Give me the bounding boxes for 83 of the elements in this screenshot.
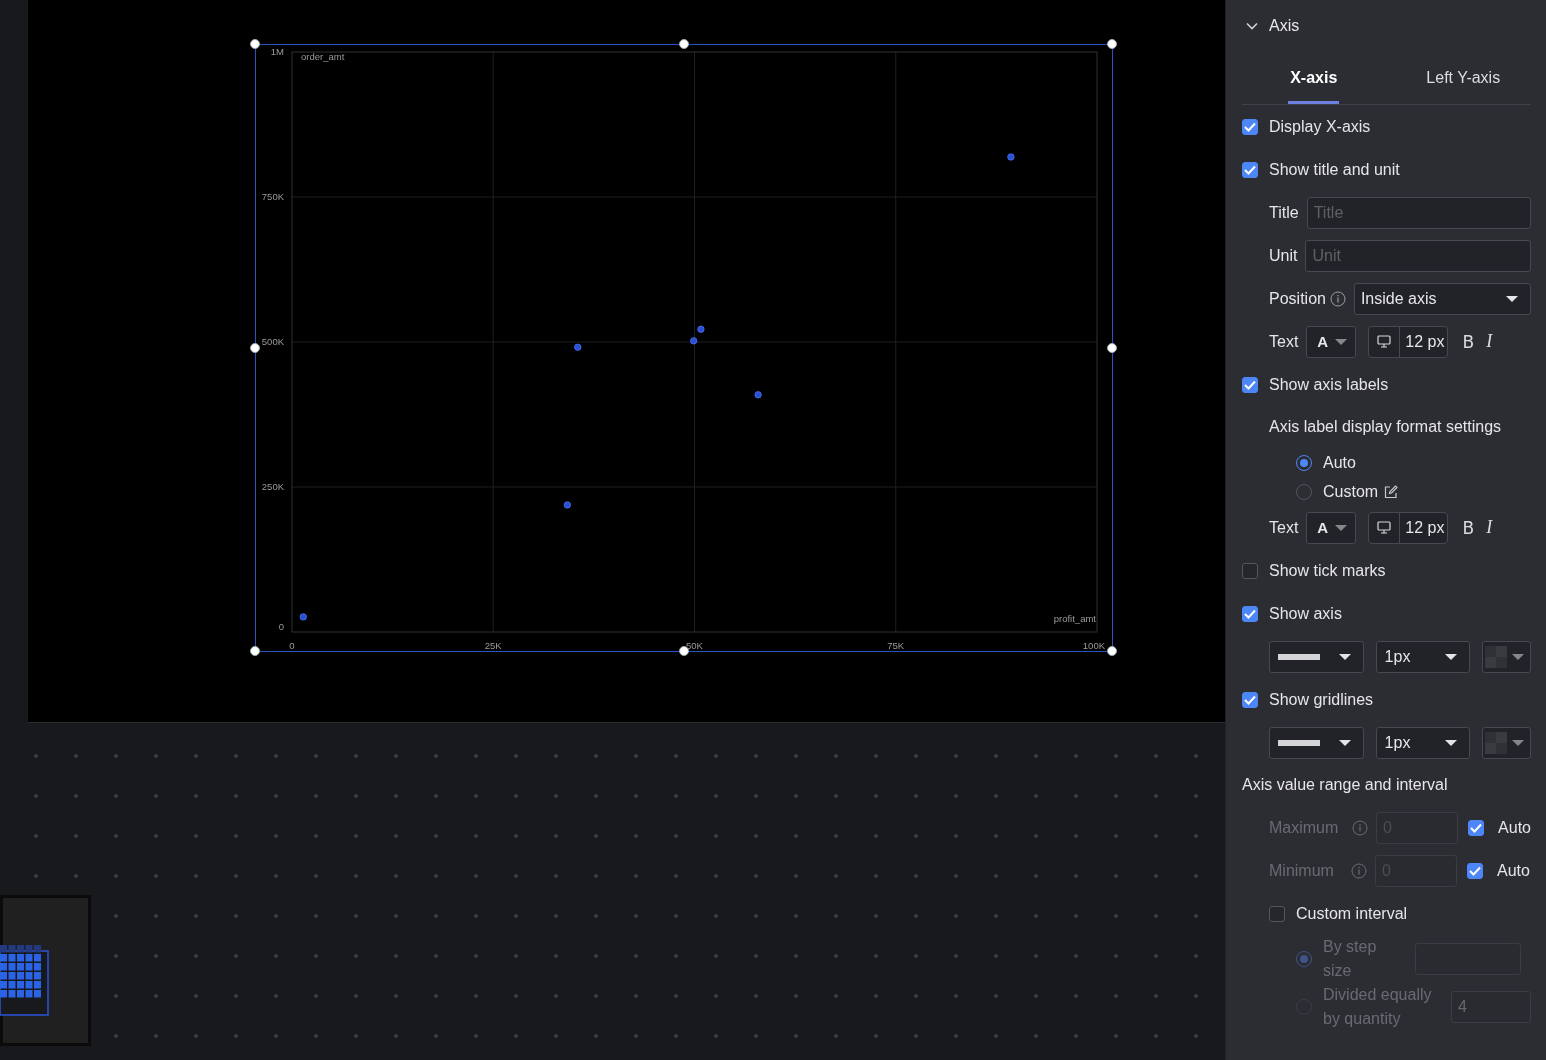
field-label: Title [1269,203,1299,222]
line-sample-icon [1278,653,1320,660]
font-color-dropdown[interactable]: A [1306,325,1357,358]
axis-tick-label: 100K [1082,640,1105,651]
color-swatch-icon [1485,645,1508,668]
color-swatch-icon [1485,731,1508,754]
checkbox[interactable] [1269,905,1285,922]
checkbox[interactable] [1242,562,1258,579]
checkbox[interactable] [1242,605,1258,622]
line-style-dropdown[interactable] [1269,640,1364,673]
checkbox[interactable] [1242,376,1258,393]
checkbox[interactable] [1242,161,1258,178]
checkbox-label: Show tick marks [1269,561,1386,580]
caret-icon [1338,738,1351,747]
line-sample-icon [1278,739,1320,746]
resize-handle[interactable] [1107,646,1117,656]
radio-label: Custom [1323,482,1379,501]
line-color-dropdown[interactable] [1482,640,1531,673]
radio-label: By step size [1323,937,1378,981]
checkbox-label: Auto [1498,818,1531,837]
tab[interactable]: X-axis [1288,52,1340,104]
radio-label: Divided equally by quantity [1323,985,1433,1029]
resize-handle[interactable] [250,39,260,49]
checkbox-label: Show axis labels [1269,375,1389,394]
axis-tick-label: 0 [278,621,284,632]
caret-icon [1335,337,1348,346]
line-color-dropdown[interactable] [1482,726,1531,759]
caret-icon [1506,294,1518,303]
field-label: Minimum [1269,861,1335,880]
info-icon [1352,819,1369,836]
axis-tick-label: 500K [261,336,284,347]
italic-button[interactable]: I [1484,517,1495,538]
checkbox[interactable] [1242,691,1258,708]
field-label: Unit [1269,246,1298,265]
axis-tick-label: 75K [887,640,905,651]
axis-tick-label: 50K [686,640,703,651]
text-field[interactable]: Title [1306,196,1531,229]
checkbox-label: Display X-axis [1269,117,1371,136]
position-dropdown[interactable]: Inside axis [1353,282,1531,315]
line-width-dropdown[interactable]: 1px [1375,640,1471,673]
minimap-drawing[interactable] [0,895,91,1046]
field-label: Text [1269,332,1299,351]
checkbox-label: Custom interval [1296,904,1408,923]
resize-handle[interactable] [250,342,260,353]
axis-tick-label: 1M [270,46,284,57]
axis-tick-label: 0 [289,640,295,651]
caret-icon [1338,652,1351,661]
resize-handle[interactable] [1107,342,1117,353]
section-header[interactable]: Axis [1242,0,1531,52]
group-heading: Axis label display format settings [1269,418,1502,436]
bold-button[interactable]: B [1460,517,1477,538]
axis-tick-label: 25K [484,640,502,651]
caret-icon [1512,652,1524,661]
group-heading: Axis value range and interval [1242,776,1448,794]
text-field[interactable]: Unit [1305,239,1531,272]
font-color-dropdown[interactable]: A [1306,511,1357,544]
field-label: Maximum [1269,818,1340,837]
checkbox[interactable] [1242,118,1258,135]
italic-button[interactable]: I [1484,331,1495,352]
field-label: Text [1269,518,1299,537]
checkbox-label: Show axis [1269,604,1342,623]
line-width-dropdown[interactable]: 1px [1375,726,1471,759]
caret-icon [1445,738,1458,747]
caret-icon [1445,652,1458,661]
section-title: Axis [1269,17,1300,35]
caret-icon [1512,738,1524,747]
info-icon [1351,862,1367,879]
resize-handle[interactable] [250,646,260,656]
checkbox-label: Auto [1497,861,1530,880]
resize-handle[interactable] [1107,39,1117,49]
field-label: Position [1269,289,1326,308]
axis-title: order_amt [301,51,345,62]
checkbox-label: Show title and unit [1269,160,1400,179]
axis-tick-label: 250K [261,481,284,492]
radio-label: Auto [1323,453,1356,472]
resize-handle[interactable] [678,39,689,49]
tab[interactable]: Left Y-axis [1424,52,1503,104]
checkbox-label: Show gridlines [1269,690,1374,709]
bold-button[interactable]: B [1460,331,1477,352]
caret-icon [1335,523,1348,532]
axis-title: profit_amt [1053,613,1096,624]
line-style-dropdown[interactable] [1269,726,1364,759]
axis-tick-label: 750K [261,191,284,202]
